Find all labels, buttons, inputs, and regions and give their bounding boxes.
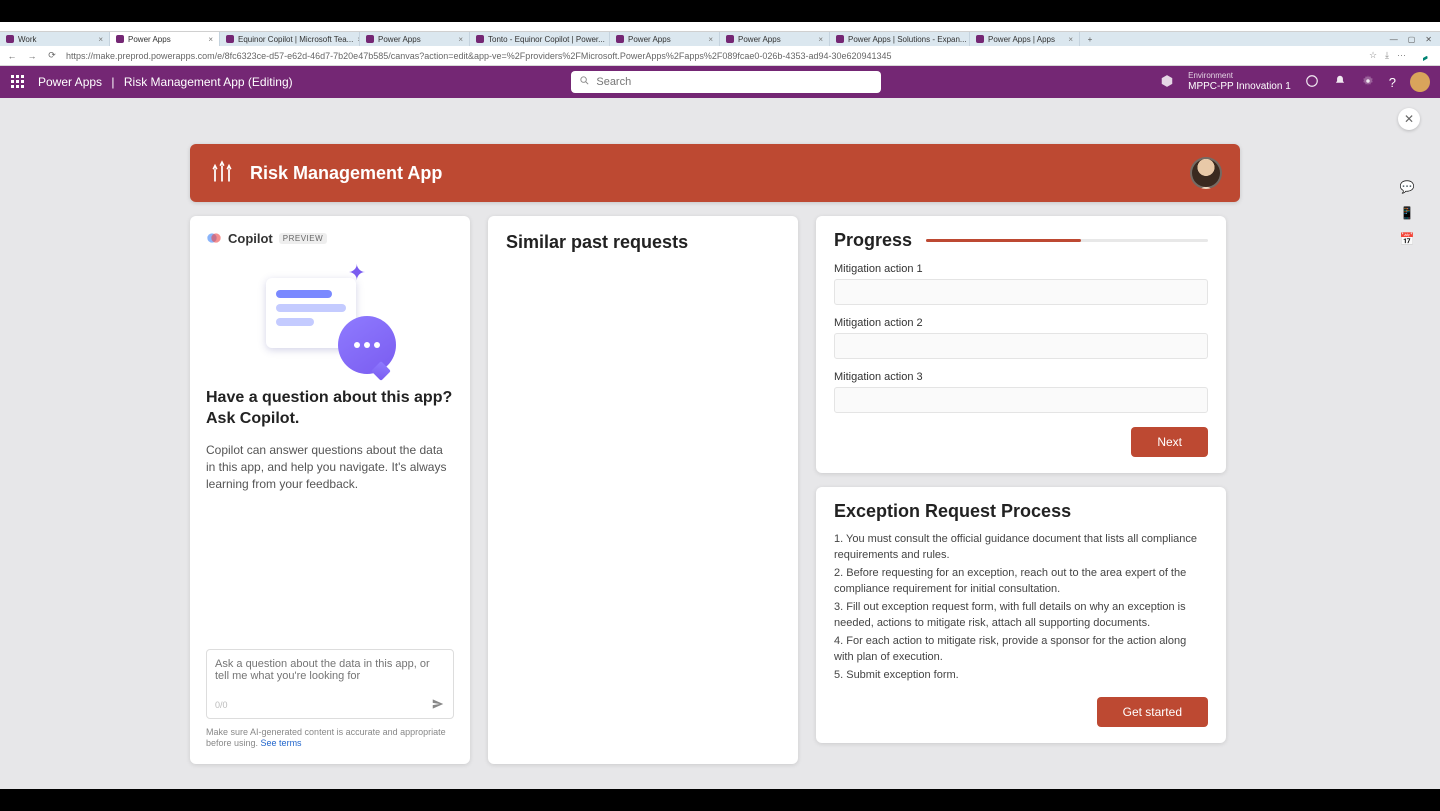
send-icon[interactable] (431, 697, 445, 714)
similar-requests-panel: Similar past requests (488, 216, 798, 764)
new-tab-button[interactable]: + (1080, 32, 1100, 46)
global-search[interactable] (571, 71, 881, 93)
progress-panel: Progress Mitigation action 1 Mitigation a… (816, 216, 1226, 473)
nav-forward-icon[interactable]: → (26, 51, 38, 61)
close-preview-button[interactable]: ✕ (1398, 108, 1420, 130)
mitigation-input-3[interactable] (834, 387, 1208, 413)
help-icon[interactable]: ? (1389, 75, 1396, 90)
get-started-button[interactable]: Get started (1097, 697, 1208, 727)
copilot-panel: Copilot PREVIEW ✦ Have a question about … (190, 216, 470, 764)
search-input[interactable] (596, 76, 873, 88)
browser-tab-strip: Work×Power Apps×Equinor Copilot | Micros… (0, 32, 1440, 46)
settings-icon[interactable] (1361, 74, 1375, 91)
browser-tab[interactable]: Tonto - Equinor Copilot | Power...× (470, 32, 610, 46)
copilot-heading: Have a question about this app? Ask Copi… (206, 388, 454, 430)
browser-tab[interactable]: Equinor Copilot | Microsoft Tea...× (220, 32, 360, 46)
char-count: 0/0 (215, 700, 228, 710)
tab-close-icon[interactable]: × (1064, 35, 1073, 44)
user-avatar[interactable] (1410, 72, 1430, 92)
browser-tab[interactable]: Work× (0, 32, 110, 46)
phone-icon[interactable]: 📱 (1400, 206, 1415, 220)
mitigation-field: Mitigation action 2 (834, 317, 1208, 359)
browser-tab[interactable]: Power Apps× (720, 32, 830, 46)
tab-close-icon[interactable]: × (454, 35, 463, 44)
environment-icon[interactable] (1160, 74, 1174, 91)
process-step: 4. For each action to mitigate risk, pro… (834, 634, 1208, 666)
browser-tab[interactable]: Power Apps× (110, 32, 220, 46)
browser-tab[interactable]: Power Apps | Solutions - Expan...× (830, 32, 970, 46)
process-step: 1. You must consult the official guidanc… (834, 532, 1208, 564)
see-terms-link[interactable]: See terms (261, 738, 302, 748)
browser-toolbar: ← → ⟳ https://make.preprod.powerapps.com… (0, 46, 1440, 66)
app-preview: Risk Management App Copilot PREVIEW ✦ (190, 144, 1240, 764)
mitigation-input-2[interactable] (834, 333, 1208, 359)
process-step: 5. Submit exception form. (834, 668, 1208, 684)
app-header: Risk Management App (190, 144, 1240, 202)
nav-back-icon[interactable]: ← (6, 51, 18, 61)
page-title: Risk Management App (Editing) (124, 75, 293, 89)
breadcrumb: Power Apps | Risk Management App (Editin… (38, 75, 293, 89)
product-name: Power Apps (38, 75, 102, 89)
copilot-logo-icon (206, 230, 222, 246)
preview-badge: PREVIEW (279, 233, 327, 244)
calendar-icon[interactable]: 📅 (1400, 232, 1415, 246)
window-close-icon[interactable]: ✕ (1425, 35, 1432, 44)
process-step: 3. Fill out exception request form, with… (834, 600, 1208, 632)
mitigation-field: Mitigation action 3 (834, 371, 1208, 413)
canvas-area: ✕ 💬 📱 📅 Risk Management App (0, 98, 1440, 789)
app-launcher-icon[interactable] (10, 74, 26, 90)
window-maximize-icon[interactable]: ▢ (1408, 35, 1416, 44)
powerapps-header: Power Apps | Risk Management App (Editin… (0, 66, 1440, 98)
field-label: Mitigation action 3 (834, 371, 1208, 383)
os-titlebar (0, 22, 1440, 32)
bing-sidebar-icon[interactable] (1414, 50, 1434, 62)
copilot-disclaimer: Make sure AI-generated content is accura… (206, 727, 454, 750)
similar-heading: Similar past requests (506, 232, 780, 253)
field-label: Mitigation action 1 (834, 263, 1208, 275)
browser-ext-icon[interactable]: ⋯ (1397, 50, 1406, 61)
tab-close-icon[interactable]: × (814, 35, 823, 44)
address-bar[interactable]: https://make.preprod.powerapps.com/e/8fc… (66, 51, 1361, 61)
browser-tab[interactable]: Power Apps | Apps× (970, 32, 1080, 46)
app-user-avatar[interactable] (1190, 157, 1222, 189)
tab-close-icon[interactable]: × (704, 35, 713, 44)
copilot-illustration: ✦ (260, 264, 400, 374)
window-minimize-icon[interactable]: — (1390, 35, 1398, 44)
process-step: 2. Before requesting for an exception, r… (834, 566, 1208, 598)
process-steps: 1. You must consult the official guidanc… (834, 532, 1208, 683)
mitigation-field: Mitigation action 1 (834, 263, 1208, 305)
browser-tab[interactable]: Power Apps× (360, 32, 470, 46)
copilot-description: Copilot can answer questions about the d… (206, 442, 454, 494)
next-button[interactable]: Next (1131, 427, 1208, 457)
mitigation-input-1[interactable] (834, 279, 1208, 305)
chat-icon[interactable]: 💬 (1400, 180, 1415, 194)
notifications-icon[interactable] (1333, 74, 1347, 91)
field-label: Mitigation action 2 (834, 317, 1208, 329)
progress-heading: Progress (834, 230, 912, 251)
search-icon (579, 75, 590, 89)
browser-ext-icon[interactable]: ☆ (1369, 50, 1377, 61)
environment-picker[interactable]: Environment MPPC-PP Innovation 1 (1188, 72, 1291, 92)
copilot-textarea[interactable] (215, 658, 445, 693)
app-logo-icon (208, 157, 236, 190)
tab-close-icon[interactable]: × (94, 35, 103, 44)
exception-process-panel: Exception Request Process 1. You must co… (816, 487, 1226, 743)
browser-ext-icon[interactable]: ⤓ (1385, 50, 1389, 61)
process-heading: Exception Request Process (834, 501, 1208, 522)
copilot-header-icon[interactable] (1305, 74, 1319, 91)
browser-tab[interactable]: Power Apps× (610, 32, 720, 46)
copilot-name: Copilot (228, 231, 273, 246)
app-title: Risk Management App (250, 163, 442, 184)
copilot-input[interactable]: 0/0 (206, 649, 454, 719)
progress-bar (926, 239, 1208, 242)
tab-close-icon[interactable]: × (353, 35, 360, 44)
nav-refresh-icon[interactable]: ⟳ (46, 50, 58, 61)
tab-close-icon[interactable]: × (204, 35, 213, 44)
